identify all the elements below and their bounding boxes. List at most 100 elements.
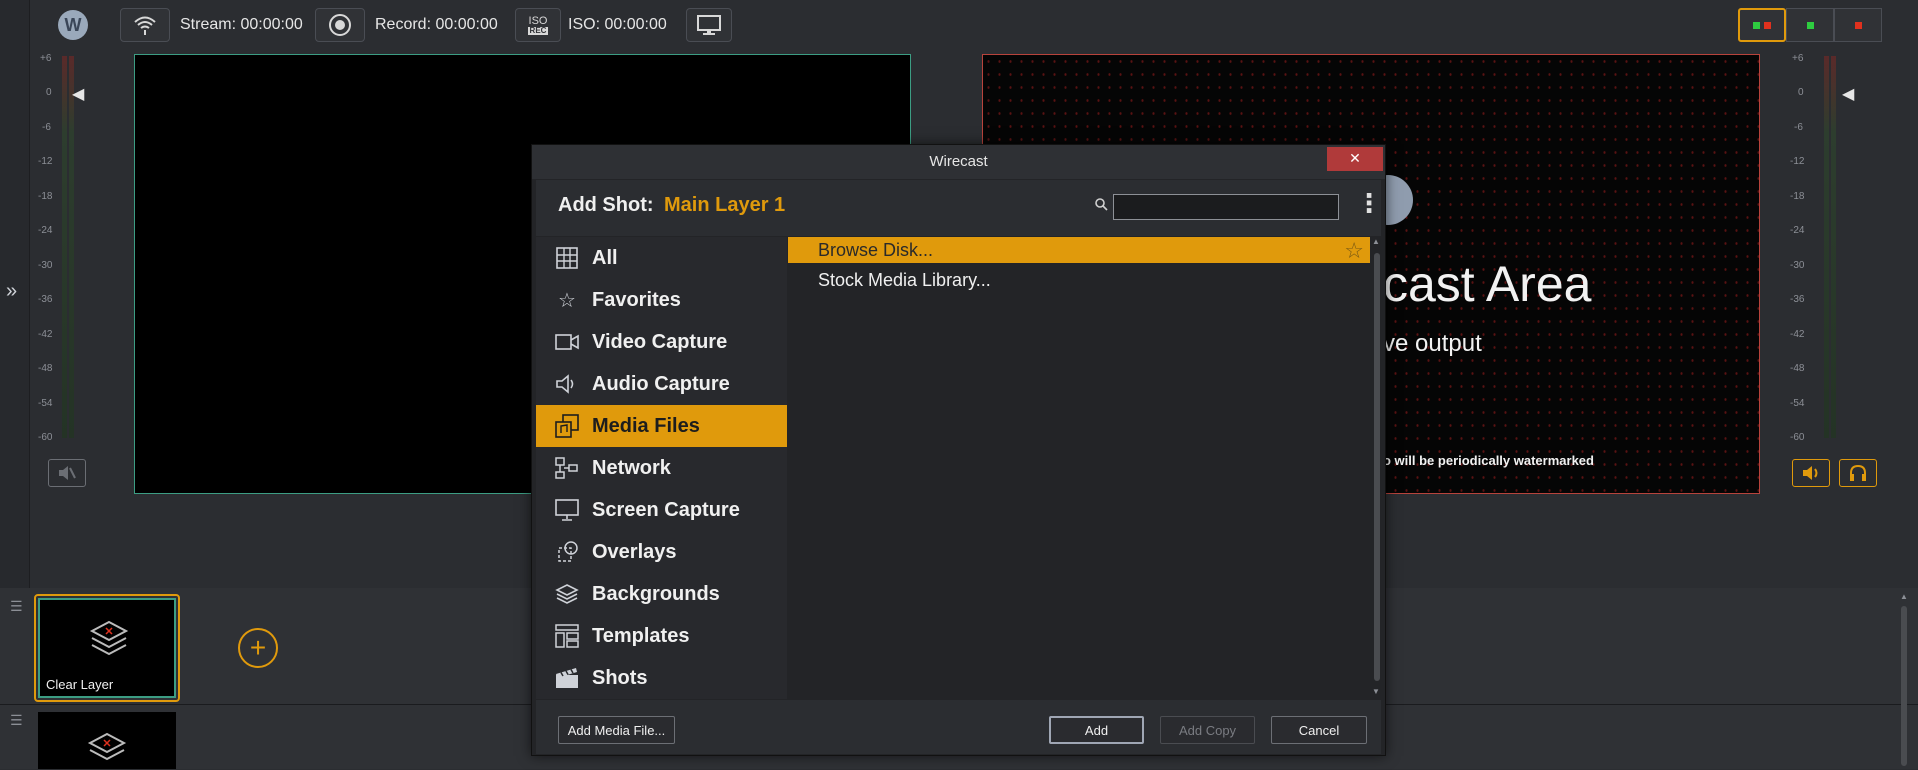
live-square-icon [1854, 21, 1862, 29]
live-subtitle: ve output [1383, 330, 1482, 357]
headphones-button[interactable] [1839, 459, 1877, 487]
category-label: Overlays [592, 540, 677, 563]
meter-tick: -18 [38, 191, 53, 202]
expand-sidebar-icon[interactable]: » [6, 280, 17, 303]
speaker-icon [1803, 466, 1818, 480]
meter-bar [69, 56, 74, 438]
volume-slider-handle[interactable]: ◀ [1842, 84, 1854, 104]
add-button[interactable]: Add [1049, 716, 1144, 744]
iso-rec-badge: REC [527, 25, 549, 35]
scroll-down-icon[interactable]: ▼ [1372, 687, 1380, 696]
add-copy-button[interactable]: Add Copy [1160, 716, 1255, 744]
meter-tick: -12 [1790, 156, 1805, 167]
meter-tick: -36 [1790, 294, 1805, 305]
cancel-button[interactable]: Cancel [1271, 716, 1367, 744]
left-audio-meter: ◀ +6 0 -6 -12 -18 -24 -30 -36 -42 -48 -5… [36, 54, 96, 444]
record-button[interactable] [315, 8, 365, 42]
category-backgrounds[interactable]: Backgrounds [536, 573, 787, 615]
iso-rec-icon: ISO [528, 14, 548, 27]
category-shots[interactable]: Shots [536, 657, 787, 699]
layers-scrollbar[interactable]: ▲ [1900, 592, 1908, 767]
list-item-stock-media[interactable]: Stock Media Library... [788, 267, 1370, 293]
live-audio-button[interactable] [1792, 459, 1830, 487]
wifi-broadcast-icon [134, 16, 156, 35]
meter-tick: +6 [1792, 53, 1804, 64]
category-overlays[interactable]: Overlays [536, 531, 787, 573]
dialog-close-button[interactable]: ✕ [1327, 147, 1383, 171]
category-label: Media Files [592, 414, 700, 437]
network-icon [554, 455, 580, 481]
more-options-icon[interactable]: ⋮ [1356, 190, 1382, 216]
monitor-icon [697, 15, 721, 35]
category-all[interactable]: All [536, 237, 787, 279]
search-input[interactable] [1113, 194, 1339, 220]
meter-tick: -60 [1790, 432, 1805, 443]
category-label: Shots [592, 666, 648, 689]
layout-dual-button[interactable] [1738, 8, 1786, 42]
meter-tick: -30 [1790, 260, 1805, 271]
scroll-up-icon[interactable]: ▲ [1372, 237, 1380, 246]
category-sidebar: All ☆ Favorites Video Capture Audio Capt… [536, 237, 787, 699]
meter-bar [1824, 56, 1829, 438]
top-toolbar: W Stream: 00:00:00 Record: 00:00:00 ISO … [30, 0, 1918, 52]
category-label: Video Capture [592, 330, 728, 353]
category-templates[interactable]: Templates [536, 615, 787, 657]
star-icon: ☆ [558, 289, 576, 312]
search-icon [1094, 197, 1108, 214]
category-favorites[interactable]: ☆ Favorites [536, 279, 787, 321]
add-shot-button[interactable]: + [238, 628, 278, 668]
layout-live-button[interactable] [1834, 8, 1882, 42]
iso-record-button[interactable]: ISO REC [515, 8, 561, 42]
add-media-file-button[interactable]: Add Media File... [558, 716, 675, 744]
stream-button[interactable] [120, 8, 170, 42]
preview-mute-button[interactable] [48, 459, 86, 487]
meter-tick: 0 [1798, 87, 1804, 98]
category-label: Screen Capture [592, 498, 740, 521]
display-output-button[interactable] [686, 8, 732, 42]
favorite-star-icon[interactable]: ☆ [1344, 238, 1364, 264]
category-network[interactable]: Network [536, 447, 787, 489]
right-audio-meter: ◀ +6 0 -6 -12 -18 -24 -30 -36 -42 -48 -5… [1788, 53, 1854, 444]
preview-square-icon [1753, 21, 1760, 29]
list-item-browse-disk[interactable]: Browse Disk... ☆ [788, 237, 1370, 263]
live-square-icon [1764, 21, 1771, 29]
category-audio-capture[interactable]: Audio Capture [536, 363, 787, 405]
category-media-files[interactable]: Media Files [536, 405, 787, 447]
layer-drag-handle-icon[interactable]: ☰ [10, 598, 23, 615]
layers-icon [89, 620, 129, 656]
plus-icon: + [249, 632, 267, 663]
scroll-thumb[interactable] [1374, 253, 1380, 681]
dialog-footer: Add Media File... Add Add Copy Cancel [536, 700, 1381, 754]
layout-mode-group [1738, 8, 1882, 44]
layers-icon [554, 581, 580, 607]
meter-tick: -60 [38, 432, 53, 443]
speaker-icon [554, 371, 580, 397]
layout-preview-button[interactable] [1786, 8, 1834, 42]
meter-tick: -18 [1790, 191, 1805, 202]
meter-tick: -6 [1794, 122, 1803, 133]
meter-tick: +6 [40, 53, 52, 64]
layer-drag-handle-icon[interactable]: ☰ [10, 712, 23, 729]
headphones-icon [1850, 464, 1866, 481]
shot-clear-layer[interactable]: Clear Layer [34, 594, 180, 702]
meter-tick: -30 [38, 260, 53, 271]
add-shot-dialog: Wirecast ✕ Add Shot: Main Layer 1 ⋮ All … [531, 144, 1386, 756]
monitor-icon [554, 497, 580, 523]
category-video-capture[interactable]: Video Capture [536, 321, 787, 363]
templates-icon [554, 623, 580, 649]
live-watermark-text: o will be periodically watermarked [1383, 453, 1594, 468]
volume-slider-handle[interactable]: ◀ [72, 84, 84, 104]
meter-bar [62, 56, 67, 438]
shot-layer-2[interactable] [38, 712, 176, 769]
category-label: Backgrounds [592, 582, 720, 605]
meter-tick: -24 [1790, 225, 1805, 236]
list-scrollbar[interactable]: ▲ ▼ [1372, 237, 1382, 699]
category-screen-capture[interactable]: Screen Capture [536, 489, 787, 531]
meter-tick: -6 [42, 122, 51, 133]
video-camera-icon [554, 329, 580, 355]
left-strip: » [0, 0, 30, 588]
media-files-icon [554, 413, 580, 439]
preview-square-icon [1806, 21, 1814, 29]
source-list: Browse Disk... ☆ Stock Media Library... [788, 237, 1370, 699]
meter-tick: -42 [38, 329, 53, 340]
